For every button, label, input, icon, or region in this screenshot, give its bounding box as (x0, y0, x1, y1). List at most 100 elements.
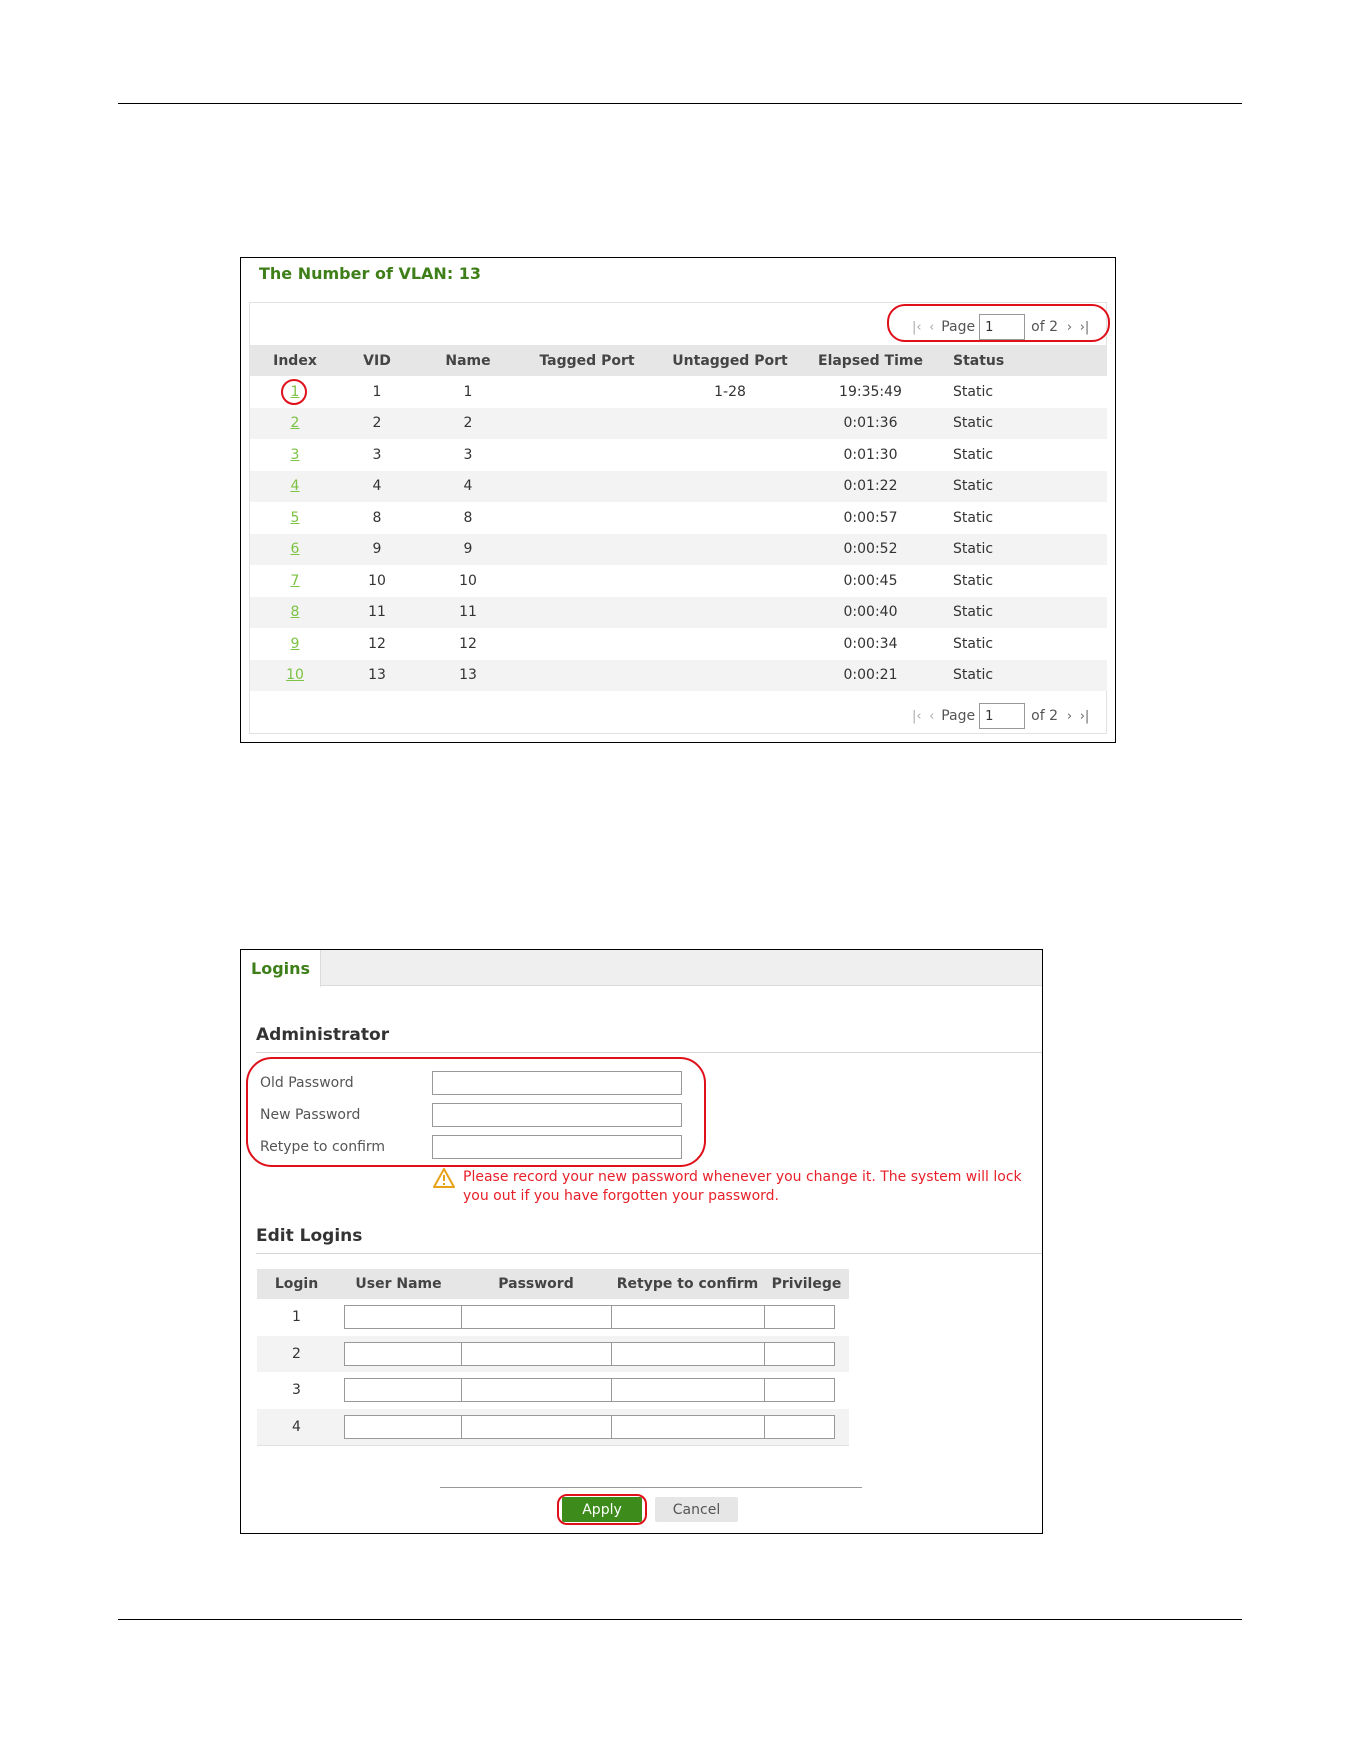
col-header-untagged-port: Untagged Port (652, 345, 808, 376)
untagged-port-cell: 1-28 (652, 376, 808, 408)
tagged-port-cell (522, 502, 652, 534)
user-name-input[interactable] (344, 1305, 461, 1330)
vid-cell: 9 (340, 533, 414, 565)
last-page-icon[interactable]: ›| (1077, 320, 1092, 335)
col-header-retype-confirm: Retype to confirm (611, 1269, 764, 1299)
password-input[interactable] (461, 1414, 611, 1439)
vid-cell: 8 (340, 502, 414, 534)
admin-fields-highlight-oval (246, 1057, 706, 1167)
vlan-index-link[interactable]: 8 (291, 604, 300, 620)
vlan-index-link[interactable]: 10 (286, 667, 304, 683)
button-divider (440, 1487, 862, 1488)
privilege-input[interactable] (764, 1378, 835, 1403)
password-input[interactable] (461, 1378, 611, 1403)
untagged-port-cell (652, 439, 808, 471)
status-cell: Static (933, 565, 1107, 597)
tab-bar: Logins (241, 950, 1042, 987)
table-header-row: Index VID Name Tagged Port Untagged Port… (250, 345, 1107, 376)
last-page-icon[interactable]: ›| (1077, 709, 1092, 724)
vlan-index-link[interactable]: 6 (291, 541, 300, 557)
elapsed-time-cell: 0:01:22 (808, 470, 933, 502)
user-name-input[interactable] (344, 1378, 461, 1403)
vid-cell: 10 (340, 565, 414, 597)
edit-logins-table: Login User Name Password Retype to confi… (257, 1269, 849, 1446)
apply-highlight-oval (557, 1494, 647, 1525)
vid-cell: 3 (340, 439, 414, 471)
prev-page-icon[interactable]: ‹ (924, 709, 939, 724)
table-row: 1 1 1 1-28 19:35:49 Static (250, 376, 1107, 408)
privilege-input[interactable] (764, 1305, 835, 1330)
status-cell: Static (933, 502, 1107, 534)
warning-icon (433, 1168, 455, 1188)
elapsed-time-cell: 0:00:34 (808, 628, 933, 660)
vid-cell: 11 (340, 596, 414, 628)
vid-cell: 2 (340, 407, 414, 439)
section-divider (256, 1052, 1042, 1053)
name-cell: 1 (414, 376, 522, 408)
untagged-port-cell (652, 407, 808, 439)
tagged-port-cell (522, 628, 652, 660)
retype-confirm-input[interactable] (611, 1414, 764, 1439)
login-number-cell: 4 (257, 1408, 336, 1446)
pager-bottom: |‹ ‹ Page of 2 › ›| (909, 701, 1092, 731)
vlan-index-link[interactable]: 3 (291, 447, 300, 463)
table-row: 3 3 3 0:01:30 Static (250, 439, 1107, 471)
name-cell: 9 (414, 533, 522, 565)
table-header-row: Login User Name Password Retype to confi… (257, 1269, 849, 1299)
next-page-icon[interactable]: › (1062, 320, 1077, 335)
col-header-status: Status (933, 345, 1107, 376)
vlan-index-link[interactable]: 7 (291, 573, 300, 589)
tagged-port-cell (522, 376, 652, 408)
prev-page-icon[interactable]: ‹ (924, 320, 939, 335)
tagged-port-cell (522, 565, 652, 597)
status-cell: Static (933, 439, 1107, 471)
vlan-index-link[interactable]: 5 (291, 510, 300, 526)
tab-logins[interactable]: Logins (241, 950, 321, 987)
elapsed-time-cell: 0:00:45 (808, 565, 933, 597)
user-name-input[interactable] (344, 1341, 461, 1366)
user-name-input[interactable] (344, 1414, 461, 1439)
col-header-vid: VID (340, 345, 414, 376)
col-header-name: Name (414, 345, 522, 376)
cancel-button[interactable]: Cancel (655, 1497, 738, 1522)
administrator-section-title: Administrator (256, 1025, 390, 1045)
col-header-elapsed-time: Elapsed Time (808, 345, 933, 376)
table-row: 1 (257, 1299, 849, 1336)
table-row: 10 13 13 0:00:21 Static (250, 659, 1107, 691)
untagged-port-cell (652, 628, 808, 660)
table-row: 9 12 12 0:00:34 Static (250, 628, 1107, 660)
next-page-icon[interactable]: › (1062, 709, 1077, 724)
login-number-cell: 1 (257, 1299, 336, 1336)
first-page-icon[interactable]: |‹ (909, 709, 924, 724)
login-number-cell: 2 (257, 1335, 336, 1372)
status-cell: Static (933, 376, 1107, 408)
password-warning-text: Please record your new password whenever… (463, 1169, 1022, 1204)
retype-confirm-input[interactable] (611, 1378, 764, 1403)
privilege-input[interactable] (764, 1414, 835, 1439)
password-input[interactable] (461, 1341, 611, 1366)
untagged-port-cell (652, 596, 808, 628)
vlan-index-link[interactable]: 9 (291, 636, 300, 652)
col-header-password: Password (461, 1269, 611, 1299)
vlan-index-link[interactable]: 4 (291, 478, 300, 494)
vid-cell: 12 (340, 628, 414, 660)
elapsed-time-cell: 0:00:40 (808, 596, 933, 628)
table-row: 2 (257, 1335, 849, 1372)
tab-logins-label: Logins (251, 959, 311, 978)
password-input[interactable] (461, 1305, 611, 1330)
page-number-input[interactable] (979, 703, 1026, 729)
name-cell: 11 (414, 596, 522, 628)
status-cell: Static (933, 659, 1107, 691)
vlan-table-container: |‹ ‹ Page of 2 › ›| Index VID Name Tagge… (249, 302, 1110, 734)
vlan-index-link[interactable]: 2 (291, 415, 300, 431)
retype-confirm-input[interactable] (611, 1341, 764, 1366)
elapsed-time-cell: 0:00:52 (808, 533, 933, 565)
tagged-port-cell (522, 407, 652, 439)
vid-cell: 13 (340, 659, 414, 691)
privilege-input[interactable] (764, 1341, 835, 1366)
top-rule (118, 103, 1242, 104)
first-page-icon[interactable]: |‹ (909, 320, 924, 335)
retype-confirm-input[interactable] (611, 1305, 764, 1330)
table-row: 8 11 11 0:00:40 Static (250, 596, 1107, 628)
page-number-input[interactable] (979, 314, 1026, 340)
